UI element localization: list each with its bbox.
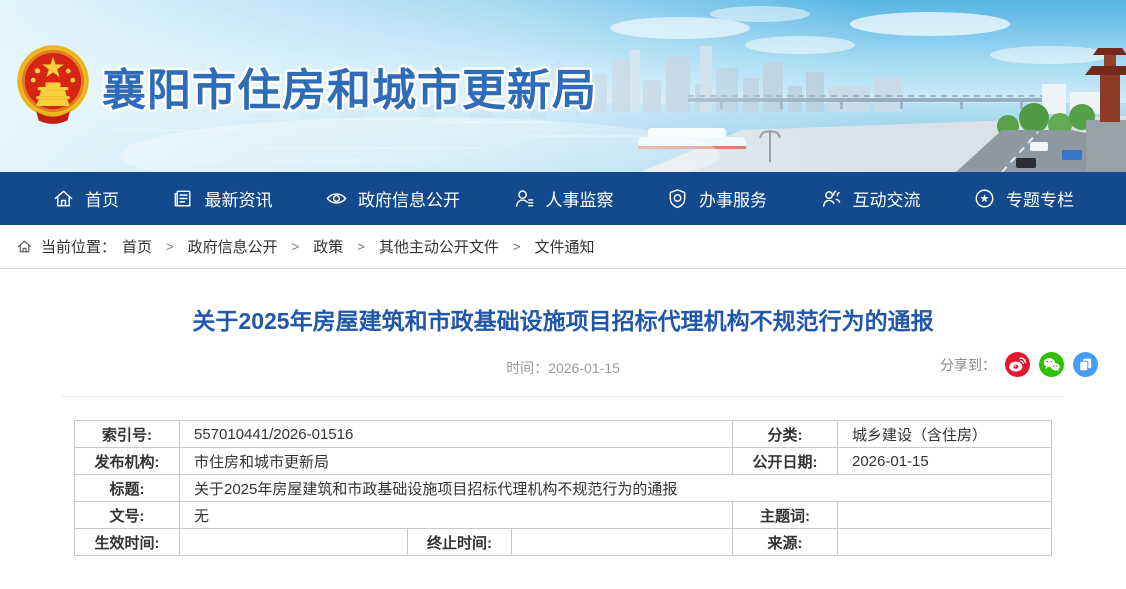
nav-item-label: 最新资讯 xyxy=(205,186,273,211)
breadcrumb-separator: > xyxy=(357,239,365,254)
person-icon xyxy=(513,187,536,210)
publish-date-value: 2026-01-15 xyxy=(838,448,1052,475)
time-value: 2026-01-15 xyxy=(548,360,620,376)
breadcrumb-item-policy[interactable]: 政策 xyxy=(313,236,343,257)
time-label: 时间： xyxy=(506,360,548,376)
nav-item-label: 互动交流 xyxy=(853,186,921,211)
breadcrumb-location-label: 当前位置： xyxy=(41,236,116,257)
table-row: 发布机构: 市住房和城市更新局 公开日期: 2026-01-15 xyxy=(75,448,1052,475)
breadcrumb-item-other-public-docs[interactable]: 其他主动公开文件 xyxy=(379,236,499,257)
nav-item-label: 政府信息公开 xyxy=(358,186,460,211)
star-circle-icon xyxy=(973,187,996,210)
nav-item-interaction[interactable]: 互动交流 xyxy=(820,186,921,211)
nav-item-gov-info[interactable]: 政府信息公开 xyxy=(325,186,460,211)
article-title: 关于2025年房屋建筑和市政基础设施项目招标代理机构不规范行为的通报 xyxy=(40,302,1086,336)
share-label: 分享到： xyxy=(940,355,996,375)
eye-icon xyxy=(325,187,348,210)
breadcrumb-item-doc-notice: 文件通知 xyxy=(534,236,594,257)
doc-number-value: 无 xyxy=(180,502,733,529)
effective-date-label: 生效时间: xyxy=(75,529,180,556)
publish-date-label: 公开日期: xyxy=(733,448,838,475)
effective-date-value xyxy=(180,529,408,556)
keywords-value xyxy=(838,502,1052,529)
table-row: 文号: 无 主题词: xyxy=(75,502,1052,529)
keywords-label: 主题词: xyxy=(733,502,838,529)
nav-item-label: 首页 xyxy=(85,186,119,211)
breadcrumb-separator: > xyxy=(513,239,521,254)
table-row: 生效时间: 终止时间: 来源: xyxy=(75,529,1052,556)
home-icon xyxy=(16,238,33,255)
nav-item-home[interactable]: 首页 xyxy=(52,186,119,211)
main-nav: 首页 最新资讯 政府信息公开 人事监察 办事服务 互动交流 专题专栏 xyxy=(0,172,1126,225)
site-title: 襄阳市住房和城市更新局 xyxy=(102,54,597,118)
people-chat-icon xyxy=(820,187,843,210)
breadcrumb-item-gov-info[interactable]: 政府信息公开 xyxy=(188,236,278,257)
doc-number-label: 文号: xyxy=(75,502,180,529)
nav-item-personnel[interactable]: 人事监察 xyxy=(513,186,614,211)
breadcrumb-item-home[interactable]: 首页 xyxy=(122,236,152,257)
nav-item-services[interactable]: 办事服务 xyxy=(666,186,767,211)
breadcrumb: 当前位置： 首页 > 政府信息公开 > 政策 > 其他主动公开文件 > 文件通知 xyxy=(0,225,1126,269)
share-bar: 分享到： xyxy=(940,352,1098,377)
article-meta-row: 时间：2026-01-15 分享到： xyxy=(0,349,1126,387)
nav-item-label: 专题专栏 xyxy=(1006,186,1074,211)
copy-doc-icon[interactable] xyxy=(1073,352,1098,377)
expiry-date-label: 终止时间: xyxy=(408,529,512,556)
category-value: 城乡建设（含住房） xyxy=(838,421,1052,448)
nav-item-label: 人事监察 xyxy=(546,186,614,211)
expiry-date-value xyxy=(512,529,733,556)
doc-title-value: 关于2025年房屋建筑和市政基础设施项目招标代理机构不规范行为的通报 xyxy=(180,475,1052,502)
nav-item-label: 办事服务 xyxy=(699,186,767,211)
news-icon xyxy=(172,187,195,210)
breadcrumb-separator: > xyxy=(166,239,174,254)
breadcrumb-separator: > xyxy=(292,239,300,254)
issuing-agency-value: 市住房和城市更新局 xyxy=(180,448,733,475)
source-value xyxy=(838,529,1052,556)
category-label: 分类: xyxy=(733,421,838,448)
national-emblem-icon xyxy=(15,44,91,124)
home-icon xyxy=(52,187,75,210)
index-number-label: 索引号: xyxy=(75,421,180,448)
header-banner: 襄阳市住房和城市更新局 xyxy=(0,0,1126,172)
weibo-icon[interactable] xyxy=(1005,352,1030,377)
content-divider xyxy=(62,396,1064,397)
table-row: 索引号: 557010441/2026-01516 分类: 城乡建设（含住房） xyxy=(75,421,1052,448)
table-row: 标题: 关于2025年房屋建筑和市政基础设施项目招标代理机构不规范行为的通报 xyxy=(75,475,1052,502)
index-number-value: 557010441/2026-01516 xyxy=(180,421,733,448)
wechat-icon[interactable] xyxy=(1039,352,1064,377)
nav-item-news[interactable]: 最新资讯 xyxy=(172,186,273,211)
nav-item-special-columns[interactable]: 专题专栏 xyxy=(973,186,1074,211)
source-label: 来源: xyxy=(733,529,838,556)
document-info-table: 索引号: 557010441/2026-01516 分类: 城乡建设（含住房） … xyxy=(74,420,1052,556)
issuing-agency-label: 发布机构: xyxy=(75,448,180,475)
doc-title-label: 标题: xyxy=(75,475,180,502)
shield-icon xyxy=(666,187,689,210)
